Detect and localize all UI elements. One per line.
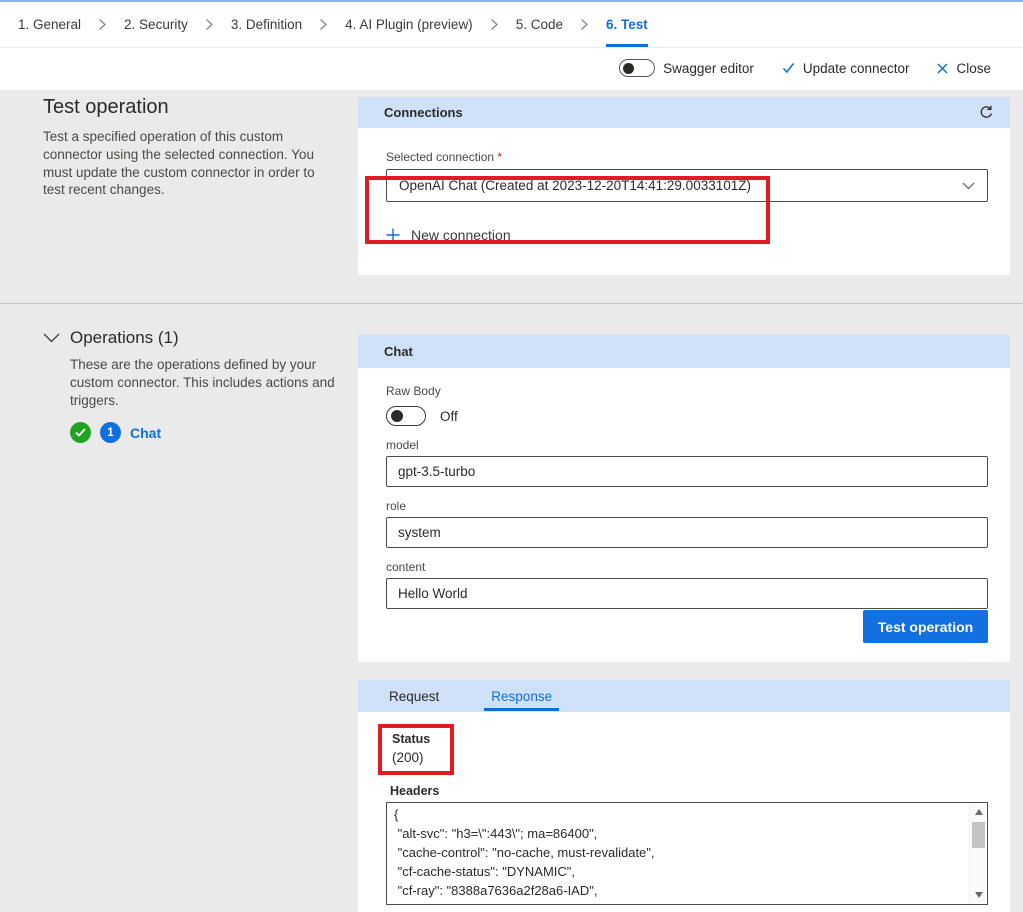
step-general[interactable]: 1. General bbox=[16, 2, 83, 47]
new-connection-label: New connection bbox=[411, 227, 511, 243]
operation-count-badge[interactable]: 1 bbox=[100, 422, 121, 443]
operations-description: These are the operations defined by your… bbox=[70, 356, 343, 409]
tab-request[interactable]: Request bbox=[386, 680, 442, 712]
section-divider bbox=[0, 303, 1023, 304]
role-label: role bbox=[386, 499, 988, 513]
role-input[interactable] bbox=[386, 517, 988, 548]
close-label: Close bbox=[956, 61, 991, 76]
raw-body-state: Off bbox=[440, 409, 458, 424]
status-label: Status bbox=[392, 732, 430, 746]
raw-body-label: Raw Body bbox=[386, 384, 988, 398]
update-connector-label: Update connector bbox=[803, 61, 910, 76]
operations-collapse-header[interactable]: Operations (1) bbox=[43, 328, 343, 348]
status-value: (200) bbox=[392, 750, 430, 765]
content-field-group: content bbox=[386, 560, 988, 609]
swagger-editor-toggle[interactable] bbox=[619, 59, 655, 77]
operations-block: Operations (1) These are the operations … bbox=[43, 328, 343, 443]
toggle-knob-icon bbox=[623, 63, 634, 74]
step-code[interactable]: 5. Code bbox=[514, 2, 565, 47]
chevron-right-icon bbox=[580, 18, 589, 31]
content-input[interactable] bbox=[386, 578, 988, 609]
chevron-down-icon bbox=[962, 182, 975, 190]
test-operation-button[interactable]: Test operation bbox=[863, 610, 988, 643]
chat-panel-body: Raw Body Off model role content Test ope… bbox=[358, 368, 1010, 662]
scroll-up-icon[interactable] bbox=[970, 804, 987, 820]
raw-body-toggle-row: Off bbox=[386, 406, 988, 426]
raw-body-toggle[interactable] bbox=[386, 406, 426, 426]
top-header: 1. General 2. Security 3. Definition 4. … bbox=[0, 0, 1023, 90]
swagger-editor-label: Swagger editor bbox=[663, 61, 754, 76]
close-icon bbox=[937, 63, 948, 74]
command-bar: Swagger editor Update connector Close bbox=[0, 48, 1023, 88]
update-connector-button[interactable]: Update connector bbox=[782, 61, 910, 76]
swagger-editor-toggle-group: Swagger editor bbox=[619, 59, 754, 77]
chat-button-row: Test operation bbox=[386, 609, 988, 643]
connections-panel-title: Connections bbox=[384, 105, 463, 120]
operation-row: 1 Chat bbox=[70, 422, 343, 443]
chevron-right-icon bbox=[490, 18, 499, 31]
model-input[interactable] bbox=[386, 456, 988, 487]
custom-connector-test-page: 1. General 2. Security 3. Definition 4. … bbox=[0, 0, 1023, 912]
model-label: model bbox=[386, 438, 988, 452]
operation-chat-link[interactable]: Chat bbox=[130, 425, 161, 441]
operations-title: Operations (1) bbox=[70, 328, 179, 348]
chat-panel-title: Chat bbox=[384, 344, 413, 359]
selected-connection-dropdown[interactable]: OpenAI Chat (Created at 2023-12-20T14:41… bbox=[386, 169, 988, 202]
step-security[interactable]: 2. Security bbox=[122, 2, 190, 47]
headers-label: Headers bbox=[390, 784, 988, 798]
intro-block: Test operation Test a specified operatio… bbox=[43, 96, 339, 199]
chevron-right-icon bbox=[98, 18, 107, 31]
selected-connection-label: Selected connection * bbox=[386, 150, 988, 164]
toggle-knob-icon bbox=[391, 410, 403, 422]
close-button[interactable]: Close bbox=[937, 61, 991, 76]
content-label: content bbox=[386, 560, 988, 574]
headers-textarea[interactable]: { "alt-svc": "h3=\":443\"; ma=86400", "c… bbox=[386, 802, 988, 905]
chevron-down-icon bbox=[43, 333, 60, 343]
selected-connection-value: OpenAI Chat (Created at 2023-12-20T14:41… bbox=[399, 178, 751, 193]
role-field-group: role bbox=[386, 499, 988, 548]
page-title: Test operation bbox=[43, 96, 339, 119]
chevron-right-icon bbox=[205, 18, 214, 31]
result-panel: Request Response Status (200) Headers { … bbox=[358, 680, 1010, 912]
chat-operation-panel: Chat Raw Body Off model role content Tes… bbox=[358, 335, 1010, 662]
selected-connection-label-text: Selected connection bbox=[386, 150, 494, 164]
headers-text: { "alt-svc": "h3=\":443\"; ma=86400", "c… bbox=[387, 803, 987, 904]
connections-panel-header: Connections bbox=[358, 97, 1010, 128]
connections-panel: Connections Selected connection * OpenAI… bbox=[358, 97, 1010, 275]
page-description: Test a specified operation of this custo… bbox=[43, 128, 339, 199]
result-tabs: Request Response bbox=[358, 680, 1010, 712]
connections-panel-body: Selected connection * OpenAI Chat (Creat… bbox=[358, 128, 1010, 275]
tab-response[interactable]: Response bbox=[488, 680, 555, 712]
chevron-right-icon bbox=[319, 18, 328, 31]
step-test[interactable]: 6. Test bbox=[604, 2, 650, 47]
required-asterisk: * bbox=[497, 150, 502, 164]
new-connection-button[interactable]: New connection bbox=[386, 227, 988, 243]
chat-panel-header: Chat bbox=[358, 335, 1010, 368]
plus-icon bbox=[386, 228, 400, 242]
scrollbar-thumb[interactable] bbox=[972, 822, 985, 848]
check-icon bbox=[782, 62, 795, 74]
model-field-group: model bbox=[386, 438, 988, 487]
refresh-icon[interactable] bbox=[979, 105, 994, 120]
scroll-down-icon[interactable] bbox=[970, 887, 987, 903]
step-ai-plugin[interactable]: 4. AI Plugin (preview) bbox=[343, 2, 475, 47]
checkmark-circle-icon bbox=[70, 422, 91, 443]
step-definition[interactable]: 3. Definition bbox=[229, 2, 304, 47]
wizard-steps: 1. General 2. Security 3. Definition 4. … bbox=[0, 2, 1023, 48]
scrollbar[interactable] bbox=[969, 804, 986, 903]
annotation-box-status: Status (200) bbox=[378, 724, 454, 775]
response-body: Status (200) Headers { "alt-svc": "h3=\"… bbox=[358, 712, 1010, 912]
